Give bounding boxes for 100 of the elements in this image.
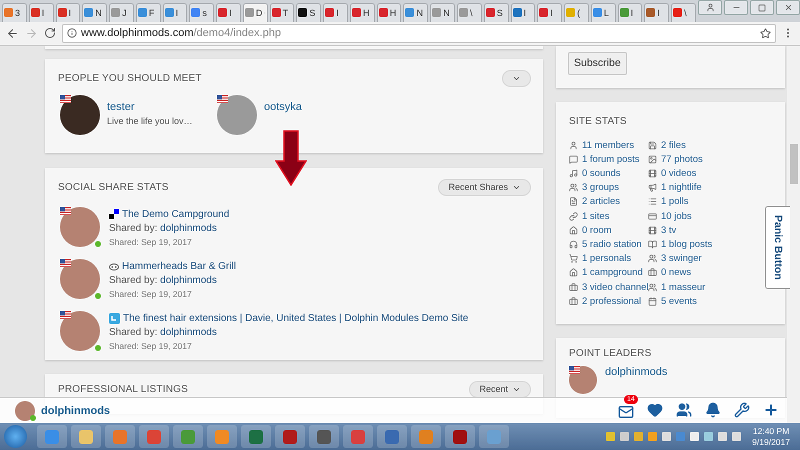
browser-tab[interactable]: s <box>189 2 214 22</box>
photo-placeholder[interactable] <box>60 258 100 299</box>
browser-tab[interactable]: I <box>644 2 670 22</box>
browser-tab[interactable]: S <box>484 2 509 22</box>
bookmark-star-icon[interactable] <box>760 28 771 39</box>
maximize-icon[interactable] <box>750 0 774 15</box>
taskbar-app-icon[interactable] <box>377 425 407 448</box>
member-name[interactable]: tester <box>107 100 193 113</box>
taskbar-app-icon[interactable] <box>37 425 67 448</box>
stat-link[interactable]: 2 files <box>648 138 686 152</box>
mail-icon[interactable] <box>618 404 634 420</box>
taskbar-app-icon[interactable] <box>71 425 101 448</box>
stat-link[interactable]: 3 tv <box>648 224 676 237</box>
stat-link[interactable]: 1 masseur <box>648 280 706 294</box>
bell-icon[interactable] <box>705 402 721 418</box>
stat-link[interactable]: 10 jobs <box>648 210 692 222</box>
browser-tab[interactable]: I <box>510 2 536 22</box>
stat-link[interactable]: 1 personals <box>569 252 632 265</box>
stat-link[interactable]: 0 room <box>569 224 612 237</box>
user-icon[interactable] <box>698 0 722 15</box>
browser-tab[interactable]: 3 <box>2 2 27 22</box>
info-icon <box>67 28 77 38</box>
reload-icon[interactable] <box>44 27 56 40</box>
photo-placeholder[interactable] <box>60 310 100 351</box>
browser-tab[interactable]: L <box>590 2 616 22</box>
browser-tab[interactable]: H <box>376 2 402 22</box>
stat-link[interactable]: 1 campground <box>569 266 643 280</box>
panic-button[interactable]: Panic Button <box>765 206 790 289</box>
taskbar-app-icon[interactable] <box>343 425 373 448</box>
browser-tab[interactable]: J <box>109 2 134 22</box>
stat-link[interactable]: 0 videos <box>648 167 696 180</box>
stat-link[interactable]: 11 members <box>569 138 634 152</box>
forward-icon[interactable] <box>25 26 38 40</box>
avatar[interactable] <box>60 94 100 135</box>
browser-tab[interactable]: I <box>216 2 241 22</box>
taskbar-app-icon[interactable] <box>411 425 441 448</box>
back-icon[interactable] <box>6 26 19 40</box>
browser-tab[interactable]: N <box>430 2 456 22</box>
leader-name[interactable]: dolphinmods <box>605 366 668 394</box>
recent-dropdown[interactable]: Recent <box>469 380 531 398</box>
stat-link[interactable]: 77 photos <box>648 153 703 166</box>
browser-tab[interactable]: I <box>162 2 188 22</box>
users-icon[interactable] <box>676 402 692 418</box>
taskbar-app-icon[interactable] <box>275 425 305 448</box>
share-date: Shared: Sep 19, 2017 <box>109 340 193 351</box>
start-button[interactable] <box>4 425 27 448</box>
member-name[interactable]: ootsyka <box>264 100 302 113</box>
recent-shares-dropdown[interactable]: Recent Shares <box>438 178 531 196</box>
member-status: Live the life you lov… <box>107 116 193 126</box>
stat-link[interactable]: 5 radio station <box>569 238 642 251</box>
browser-tab[interactable]: \ <box>671 2 696 22</box>
browser-tab[interactable]: I <box>537 2 562 22</box>
taskbar-app-icon[interactable] <box>207 425 237 448</box>
scrollbar[interactable] <box>787 46 800 424</box>
share-link[interactable]: Hammerheads Bar & Grill <box>122 260 236 272</box>
stat-link[interactable]: 1 sites <box>569 210 610 222</box>
browser-tab[interactable]: I <box>323 2 348 22</box>
stat-link[interactable]: 5 events <box>648 294 697 308</box>
plus-icon[interactable] <box>763 402 779 418</box>
share-link[interactable]: The finest hair extensions | Davie, United States | Dolphin Modules Demo Site <box>123 312 468 324</box>
browser-tab[interactable]: N <box>82 2 108 22</box>
stat-link[interactable]: 3 video channel <box>569 280 649 294</box>
stat-link[interactable]: 1 blog posts <box>648 238 712 251</box>
address-bar[interactable]: www.dolphinmods.com/demo4/index.php <box>62 24 776 43</box>
browser-tab[interactable]: F <box>136 2 161 22</box>
stat-link[interactable]: 2 articles <box>569 196 620 208</box>
stat-link[interactable]: 0 sounds <box>569 167 621 180</box>
subscribe-button[interactable]: Subscribe <box>568 52 627 75</box>
taskbar-app-icon[interactable] <box>479 425 509 448</box>
stat-link[interactable]: 3 swinger <box>648 252 702 265</box>
browser-tab[interactable]: S <box>296 2 322 22</box>
heart-icon[interactable] <box>647 402 663 418</box>
browser-tab[interactable]: T <box>270 2 294 22</box>
stat-link[interactable]: 1 nightlife <box>648 181 702 194</box>
stat-link[interactable]: 0 news <box>648 266 692 280</box>
browser-tab[interactable]: I <box>618 2 642 22</box>
taskbar-app-icon[interactable] <box>105 425 135 448</box>
browser-tab[interactable]: ( <box>564 2 589 22</box>
share-link[interactable]: The Demo Campground <box>122 208 230 220</box>
wrench-icon[interactable] <box>734 402 750 418</box>
stat-link[interactable]: 3 groups <box>569 181 619 194</box>
photo-placeholder[interactable] <box>15 400 35 421</box>
stat-link[interactable]: 1 polls <box>648 196 688 208</box>
browser-tab[interactable]: \ <box>457 2 482 22</box>
taskbar-app-icon[interactable] <box>241 425 271 448</box>
browser-tab[interactable]: D <box>242 2 268 22</box>
browser-tab[interactable]: N <box>403 2 428 22</box>
taskbar-app-icon[interactable] <box>445 425 475 448</box>
browser-tab[interactable]: H <box>350 2 375 22</box>
stat-link[interactable]: 1 forum posts <box>569 153 640 166</box>
browser-tab[interactable]: I <box>28 2 54 22</box>
photo-placeholder[interactable] <box>60 206 100 247</box>
user-name[interactable]: dolphinmods <box>41 404 110 417</box>
clock[interactable]: 12:40 PM 9/19/2017 <box>752 426 790 448</box>
shared-by-text: Shared by: dolphinmods <box>109 274 218 286</box>
browser-tab[interactable]: I <box>56 2 80 22</box>
stat-link[interactable]: 2 professional <box>569 294 642 308</box>
taskbar-app-icon[interactable] <box>309 425 339 448</box>
taskbar-app-icon[interactable] <box>173 425 203 448</box>
taskbar-app-icon[interactable] <box>139 425 169 448</box>
